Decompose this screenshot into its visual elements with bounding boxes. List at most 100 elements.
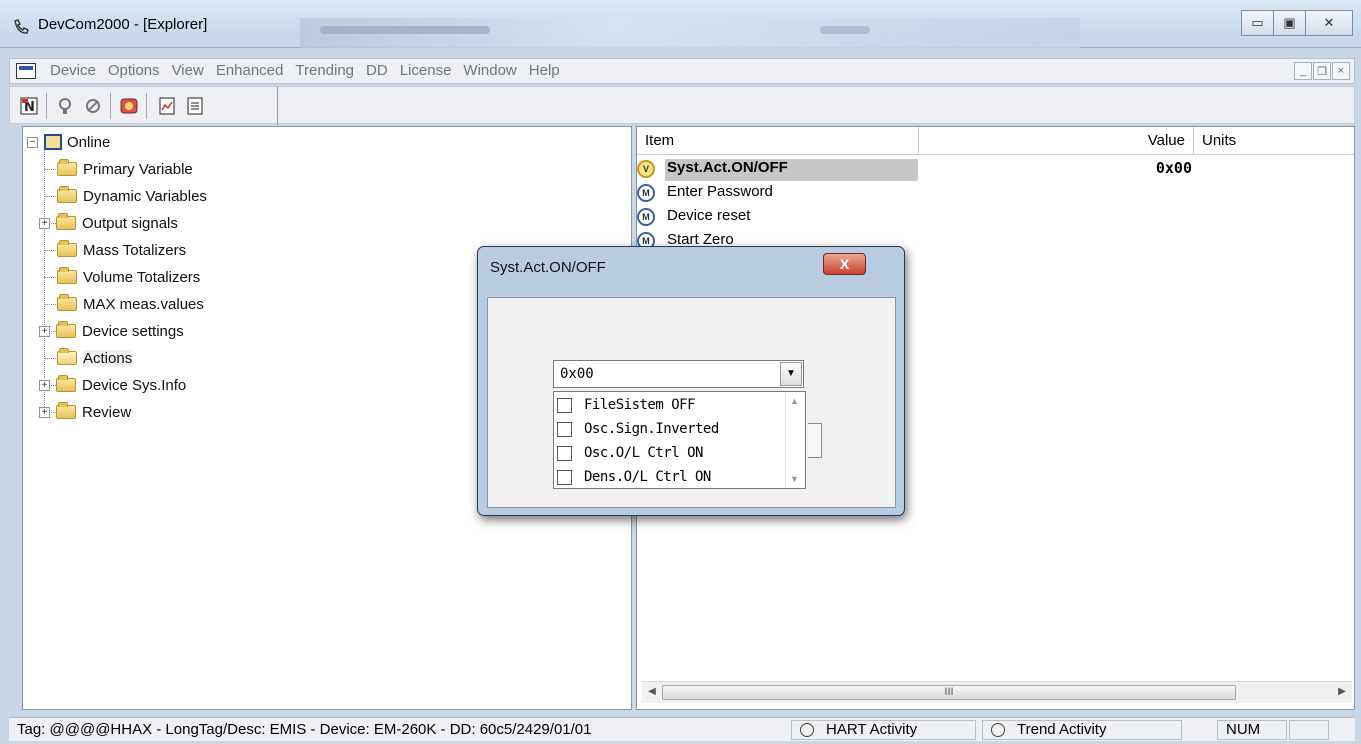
tree-item-primary-variable[interactable]: Primary Variable [57,157,193,181]
bitmask-combobox[interactable]: 0x00 ▼ [553,360,804,388]
collapse-toggle[interactable]: − [27,136,38,148]
menu-options[interactable]: Options [102,62,166,79]
tree-root-online[interactable]: − Online [27,130,110,154]
combo-value: 0x00 [560,366,594,382]
row-name: Enter Password [667,183,773,200]
folder-icon [56,402,76,419]
row-name: Device reset [667,207,751,224]
mdi-window-icon[interactable] [16,63,36,79]
document-icon[interactable] [184,95,206,117]
menu-enhanced[interactable]: Enhanced [210,62,290,79]
expand-toggle[interactable]: + [39,217,50,229]
dialog-title: Syst.Act.ON/OFF [490,259,606,276]
menu-help[interactable]: Help [523,62,566,79]
report-icon[interactable] [156,95,178,117]
hart-led-icon [800,723,814,737]
window-title: DevCom2000 - [Explorer] [38,16,208,33]
status-bar: Tag: @@@@HHAX - LongTag/Desc: EMIS - Dev… [9,717,1355,741]
toolbar-spacer [210,87,278,125]
device-icon[interactable] [118,95,140,117]
method-icon: M [637,208,655,226]
list-row-syst-act[interactable]: V Syst.Act.ON/OFF 0x00 [637,157,1354,181]
title-bar[interactable]: DevCom2000 - [Explorer] ▭ ▣ ✕ [0,0,1361,48]
open-folder-icon [57,348,77,365]
status-empty [1289,720,1329,740]
obscured-button[interactable] [808,423,822,458]
dropdown-arrow-icon[interactable]: ▼ [780,362,802,386]
checkbox[interactable] [557,397,572,413]
mdi-restore-button[interactable]: ❐ [1313,62,1331,80]
minimize-button[interactable]: ▭ [1241,10,1274,36]
list-row-enter-password[interactable]: M Enter Password [637,181,1354,205]
mdi-close-button[interactable]: × [1332,62,1350,80]
tree-item-output-signals[interactable]: + Output signals [39,211,178,235]
menu-view[interactable]: View [166,62,210,79]
list-row-device-reset[interactable]: M Device reset [637,205,1354,229]
tree-item-volume-totalizers[interactable]: Volume Totalizers [57,265,200,289]
tree-item-device-sys-info[interactable]: + Device Sys.Info [39,373,186,397]
blurred-region [300,18,1080,48]
menu-license[interactable]: License [394,62,458,79]
option-osc-sign-inverted[interactable]: Osc.Sign.Inverted [557,417,719,441]
status-trend-activity: Trend Activity [982,720,1182,740]
menu-window[interactable]: Window [457,62,522,79]
list-header: Item Value Units [637,127,1354,155]
mdi-minimize-button[interactable]: _ [1294,62,1312,80]
folder-icon [57,240,77,257]
checkbox[interactable] [557,445,572,461]
horizontal-scrollbar[interactable]: ◀ III ▶ [642,681,1352,703]
option-osc-ol-ctrl-on[interactable]: Osc.O/L Ctrl ON [557,441,703,465]
menu-dd[interactable]: DD [360,62,394,79]
column-header-item[interactable]: Item [637,127,919,155]
option-filesistem-off[interactable]: FileSistem OFF [557,393,696,417]
maximize-button[interactable]: ▣ [1273,10,1306,36]
network-icon [44,134,62,150]
option-dens-ol-ctrl-on[interactable]: Dens.O/L Ctrl ON [557,465,711,489]
menu-device[interactable]: Device [44,62,102,79]
scroll-up-icon[interactable]: ▲ [790,396,799,406]
tree-item-actions[interactable]: Actions [57,346,133,370]
scroll-left-icon[interactable]: ◀ [644,684,660,700]
disconnect-icon[interactable] [82,95,104,117]
scroll-down-icon[interactable]: ▼ [790,474,799,484]
folder-icon [57,267,77,284]
folder-icon [57,186,77,203]
n-network-icon[interactable]: N [18,95,40,117]
bitmask-dropdown-list: FileSistem OFF Osc.Sign.Inverted Osc.O/L… [553,391,806,489]
folder-icon [57,294,77,311]
tree-item-max-meas-values[interactable]: MAX meas.values [57,292,204,316]
method-icon: M [637,184,655,202]
checkbox[interactable] [557,421,572,437]
expand-toggle[interactable]: + [39,406,50,418]
status-tag-info: Tag: @@@@HHAX - LongTag/Desc: EMIS - Dev… [9,720,789,740]
tree-item-dynamic-variables[interactable]: Dynamic Variables [57,184,207,208]
phone-icon [14,19,29,34]
row-value: 0x00 [1155,159,1192,177]
app-window: DevCom2000 - [Explorer] ▭ ▣ ✕ Device Opt… [0,0,1361,744]
scroll-thumb[interactable]: III [662,685,1236,700]
variable-icon: V [637,160,655,178]
trend-led-icon [991,723,1005,737]
folder-icon [56,321,76,338]
checkbox[interactable] [557,469,572,485]
scroll-right-icon[interactable]: ▶ [1334,684,1350,700]
column-header-units[interactable]: Units [1194,127,1354,155]
status-num: NUM [1217,720,1287,740]
tree-item-device-settings[interactable]: + Device settings [39,319,184,343]
column-header-value[interactable]: Value [919,127,1194,155]
status-hart-activity: HART Activity [791,720,976,740]
expand-toggle[interactable]: + [39,379,50,391]
connect-icon[interactable] [54,95,76,117]
dropdown-scrollbar[interactable]: ▲ ▼ [785,392,805,488]
toolbar: N [9,86,1355,125]
folder-icon [57,159,77,176]
tree-item-mass-totalizers[interactable]: Mass Totalizers [57,238,186,262]
tree-item-review[interactable]: + Review [39,400,131,424]
folder-icon [56,213,76,230]
dialog-close-button[interactable]: X [823,253,866,275]
menu-trending[interactable]: Trending [289,62,360,79]
folder-icon [56,375,76,392]
close-button[interactable]: ✕ [1305,10,1353,36]
expand-toggle[interactable]: + [39,325,50,337]
syst-act-dialog: Syst.Act.ON/OFF X 0x00 ▼ FileSistem OFF … [477,246,905,516]
